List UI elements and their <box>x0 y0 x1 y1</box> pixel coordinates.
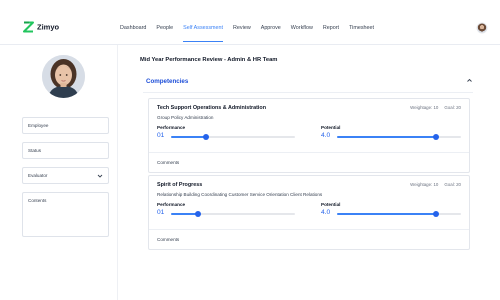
evaluator-select[interactable]: Evaluator <box>22 167 109 184</box>
card-divider <box>149 152 469 153</box>
potential-label: Potential <box>321 125 341 130</box>
nav-item-people[interactable]: People <box>156 25 179 31</box>
brand-logo[interactable]: Zimyo <box>23 21 60 33</box>
weightage-text: Weightage: 10 <box>410 105 439 110</box>
competencies-header[interactable]: Competencies <box>143 73 473 93</box>
potential-value: 4.0 <box>321 209 331 216</box>
status-field[interactable]: Status <box>22 142 109 159</box>
profile-photo <box>42 55 85 98</box>
competency-card: Tech Support Operations & Administration… <box>148 98 470 173</box>
contents-textarea[interactable]: Contents <box>22 192 109 237</box>
nav-item-timesheet[interactable]: Timesheet <box>349 25 380 31</box>
page-title: Mid Year Performance Review - Admin & HR… <box>140 57 278 63</box>
zimyo-logo-icon <box>23 21 34 33</box>
competencies-title: Competencies <box>146 78 189 85</box>
competency-meta: Weightage: 10 Goal: 20 <box>410 105 461 110</box>
performance-slider-thumb[interactable] <box>195 211 202 217</box>
card-divider <box>149 229 469 230</box>
nav-item-workflow[interactable]: Workflow <box>291 25 319 31</box>
performance-value: 01 <box>157 209 165 216</box>
main-nav: Dashboard People Self Assessment Review … <box>120 25 384 42</box>
chevron-down-icon <box>97 173 103 179</box>
competency-card: Spirit of Progress Relationship Building… <box>148 175 470 250</box>
comments-field[interactable]: Comments <box>157 160 179 165</box>
performance-slider-fill <box>171 136 206 138</box>
performance-label: Performance <box>157 202 186 207</box>
competency-title: Tech Support Operations & Administration <box>157 105 267 111</box>
potential-slider-thumb[interactable] <box>433 134 440 140</box>
nav-item-dashboard[interactable]: Dashboard <box>120 25 152 31</box>
nav-item-approve[interactable]: Approve <box>261 25 287 31</box>
potential-slider[interactable] <box>337 134 461 140</box>
performance-slider-thumb[interactable] <box>202 134 209 140</box>
goal-text: Goal: 20 <box>444 182 461 187</box>
employee-label: Employee <box>28 123 49 128</box>
competency-subtitle: Group Policy Administration <box>157 115 214 120</box>
potential-slider[interactable] <box>337 211 461 217</box>
chevron-up-icon[interactable] <box>466 77 473 84</box>
potential-slider-fill <box>337 213 437 215</box>
nav-item-self-assessment[interactable]: Self Assessment <box>183 25 229 42</box>
comments-field[interactable]: Comments <box>157 237 179 242</box>
brand-name: Zimyo <box>37 22 60 32</box>
profile-panel: Jessica Walsh Employee Status Evaluator … <box>0 45 118 300</box>
performance-value: 01 <box>157 132 165 139</box>
competency-meta: Weightage: 10 Goal: 20 <box>410 182 461 187</box>
weightage-text: Weightage: 10 <box>410 182 439 187</box>
competency-title: Spirit of Progress <box>157 182 203 188</box>
potential-label: Potential <box>321 202 341 207</box>
nav-item-review[interactable]: Review <box>233 25 257 31</box>
performance-slider-fill <box>171 213 199 215</box>
goal-text: Goal: 20 <box>444 105 461 110</box>
performance-slider[interactable] <box>171 211 295 217</box>
user-avatar[interactable] <box>476 22 488 34</box>
review-main: Mid Year Performance Review - Admin & HR… <box>118 45 500 300</box>
performance-label: Performance <box>157 125 186 130</box>
contents-label: Contents <box>28 198 47 203</box>
nav-item-report[interactable]: Report <box>323 25 345 31</box>
status-label: Status <box>28 148 42 153</box>
evaluator-label: Evaluator <box>28 173 48 178</box>
potential-value: 4.0 <box>321 132 331 139</box>
potential-slider-thumb[interactable] <box>433 211 440 217</box>
employee-field[interactable]: Employee <box>22 117 109 134</box>
performance-slider[interactable] <box>171 134 295 140</box>
potential-slider-fill <box>337 136 437 138</box>
top-nav-bar: Zimyo Dashboard People Self Assessment R… <box>0 0 500 45</box>
competency-subtitle: Relationship Building Coordinating Custo… <box>157 192 323 197</box>
